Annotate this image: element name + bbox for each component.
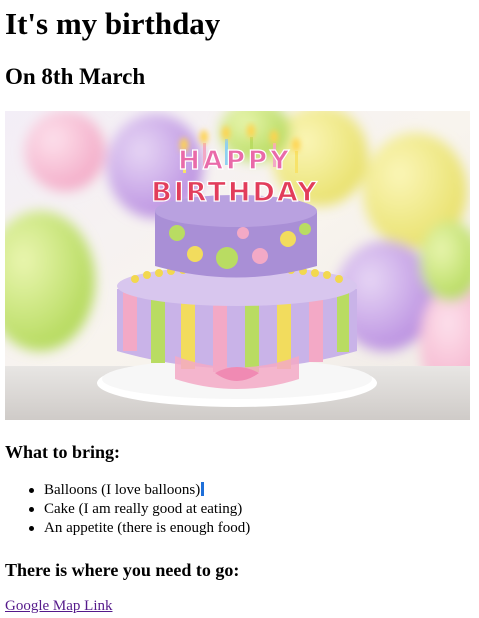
directions-heading: There is where you need to go: bbox=[5, 560, 240, 580]
text-cursor bbox=[201, 482, 205, 496]
list-item-text: Balloons (I love balloons) bbox=[44, 482, 201, 498]
cake-topper-line1: HAPPY bbox=[178, 146, 292, 176]
cake-topper-line2: BIRTHDAY bbox=[151, 177, 319, 208]
what-to-bring-heading: What to bring: bbox=[5, 442, 121, 462]
page-title: It's my birthday bbox=[5, 6, 221, 41]
list-item-text: Cake (I am really good at eating) bbox=[44, 501, 243, 517]
list-item: An appetite (there is enough food) bbox=[28, 519, 251, 538]
list-item: Cake (I am really good at eating) bbox=[28, 500, 250, 519]
bring-list: Balloons (I love balloons) Cake (I am re… bbox=[28, 481, 251, 538]
list-item-text: An appetite (there is enough food) bbox=[44, 520, 251, 536]
list-item: Balloons (I love balloons) bbox=[28, 481, 250, 500]
birthday-cake-image: HAPPY BIRTHDAY bbox=[5, 111, 470, 420]
google-map-link[interactable]: Google Map Link bbox=[5, 597, 112, 616]
page-subtitle: On 8th March bbox=[5, 64, 146, 89]
